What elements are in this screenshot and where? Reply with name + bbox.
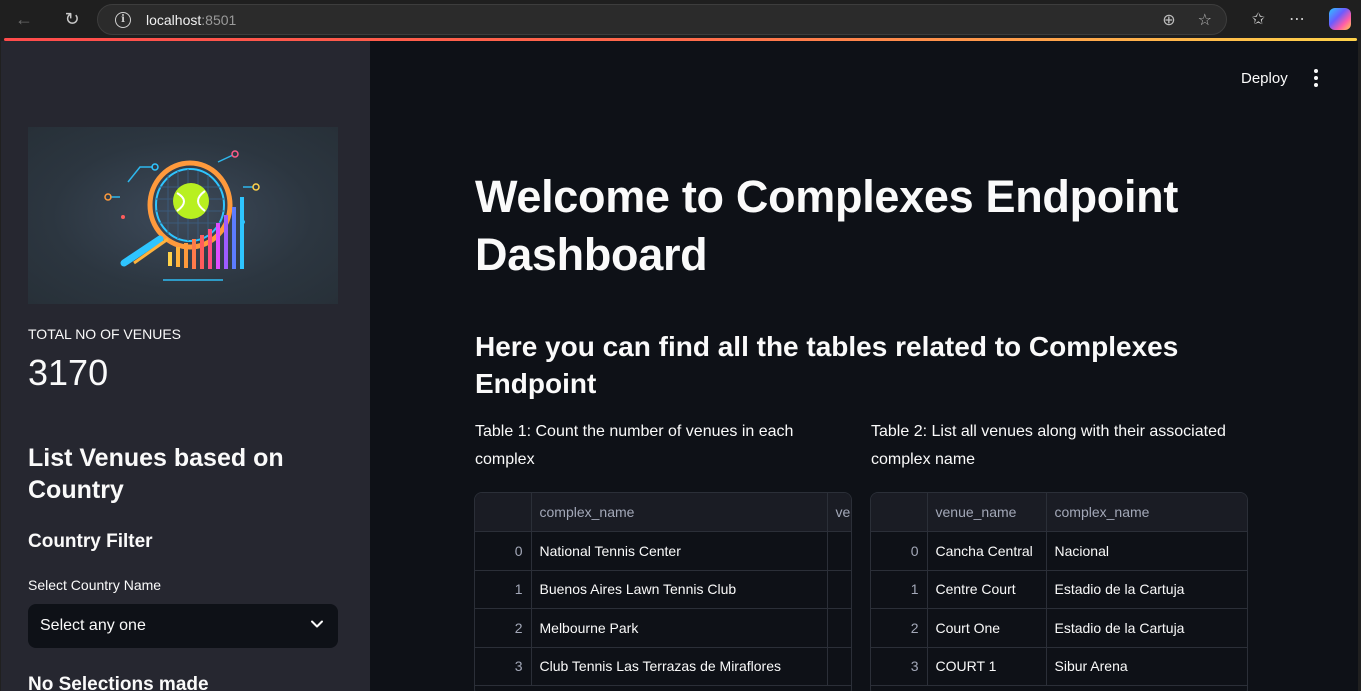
table-row[interactable]: 1 Buenos Aires Lawn Tennis Club	[475, 570, 851, 609]
main-menu-icon[interactable]	[1311, 69, 1321, 89]
filter-title: Country Filter	[28, 531, 153, 552]
table-cell[interactable]: Estadio de la Cartuja	[1046, 608, 1247, 648]
table-header-row: complex_name venue_count	[475, 493, 851, 532]
column-header[interactable]: venue_name	[927, 493, 1047, 532]
table-cell[interactable]: National Tennis Center	[531, 531, 828, 571]
table-cell[interactable]: Sibur Arena	[1046, 647, 1247, 686]
row-index: 1	[871, 570, 928, 609]
country-select[interactable]: Select any one	[28, 604, 338, 648]
url-text[interactable]: localhost:8501	[146, 12, 236, 28]
table-cell[interactable]	[827, 570, 851, 609]
column-header[interactable]: complex_name	[531, 493, 828, 532]
address-bar[interactable]: i localhost:8501 ⊕ ☆	[97, 4, 1227, 35]
row-index: 2	[475, 608, 532, 648]
zoom-icon[interactable]: ⊕	[1162, 10, 1175, 30]
sidebar-section-title: List Venues based on Country	[28, 444, 284, 504]
row-index: 1	[475, 570, 532, 609]
tennis-racket-illustration	[104, 150, 260, 281]
chevron-down-icon	[311, 620, 323, 628]
table-cell[interactable]: Court One	[927, 608, 1047, 648]
table-cell[interactable]: Nacional	[1046, 531, 1247, 571]
favorite-star-icon[interactable]: ☆	[1198, 10, 1212, 30]
more-menu-icon[interactable]: ⋯	[1289, 9, 1305, 29]
sidebar: TOTAL NO OF VENUES 3170 List Venues base…	[1, 41, 370, 691]
tennis-analytics-image	[28, 127, 338, 304]
table-cell[interactable]: Centre Court	[927, 570, 1047, 609]
metric-label: TOTAL NO OF VENUES	[28, 326, 181, 342]
table-cell[interactable]	[827, 531, 851, 571]
row-index: 0	[871, 531, 928, 571]
table1-caption: Table 1: Count the number of venues in e…	[475, 423, 794, 468]
table-header-row: venue_name complex_name	[871, 493, 1247, 532]
table-row[interactable]: 1 Centre Court Estadio de la Cartuja	[871, 570, 1247, 609]
country-select-value: Select any one	[40, 617, 146, 634]
table2-dataframe[interactable]: venue_name complex_name 0 Cancha Central…	[870, 492, 1248, 691]
row-index: 3	[871, 647, 928, 686]
table1-dataframe[interactable]: complex_name venue_count 0 National Tenn…	[474, 492, 852, 691]
select-label: Select Country Name	[28, 577, 162, 593]
deploy-button[interactable]: Deploy	[1241, 70, 1288, 87]
table-cell[interactable]	[827, 647, 851, 686]
table-cell[interactable]: COURT 1	[927, 647, 1047, 686]
table-cell[interactable]	[827, 608, 851, 648]
table-cell[interactable]: Cancha Central	[927, 531, 1047, 571]
column-header[interactable]: venue_count	[827, 493, 851, 532]
table-row[interactable]: 3 Club Tennis Las Terrazas de Miraflores	[475, 647, 851, 686]
page-subtitle: Here you can find all the tables related…	[475, 331, 1179, 399]
app-frame: TOTAL NO OF VENUES 3170 List Venues base…	[1, 41, 1358, 691]
row-index: 2	[871, 608, 928, 648]
metric-value: 3170	[28, 352, 109, 393]
table-row[interactable]: 0 Cancha Central Nacional	[871, 531, 1247, 571]
back-icon[interactable]: ←	[4, 0, 44, 38]
table-row[interactable]: 3 COURT 1 Sibur Arena	[871, 647, 1247, 686]
no-selection-status: No Selections made	[28, 674, 209, 691]
row-index: 3	[475, 647, 532, 686]
table-cell[interactable]: Buenos Aires Lawn Tennis Club	[531, 570, 828, 609]
table2-caption: Table 2: List all venues along with thei…	[871, 423, 1226, 468]
page-title: Welcome to Complexes Endpoint Dashboard	[475, 171, 1179, 280]
table-row[interactable]: 0 National Tennis Center	[475, 531, 851, 571]
index-header	[475, 493, 532, 532]
copilot-icon[interactable]	[1329, 8, 1351, 30]
table-row[interactable]: 2 Melbourne Park	[475, 608, 851, 648]
row-index: 0	[475, 531, 532, 571]
table-cell[interactable]: Estadio de la Cartuja	[1046, 570, 1247, 609]
reload-icon[interactable]: ↻	[52, 0, 92, 38]
column-header[interactable]: complex_name	[1046, 493, 1247, 532]
table-row[interactable]: 2 Court One Estadio de la Cartuja	[871, 608, 1247, 648]
table-cell[interactable]: Melbourne Park	[531, 608, 828, 648]
favorites-icon[interactable]: ✩	[1252, 9, 1265, 29]
table-cell[interactable]: Club Tennis Las Terrazas de Miraflores	[531, 647, 828, 686]
index-header	[871, 493, 928, 532]
site-info-icon[interactable]: i	[115, 11, 131, 28]
browser-toolbar: ← ↻ i localhost:8501 ⊕ ☆ ✩ ⋯	[0, 0, 1361, 38]
